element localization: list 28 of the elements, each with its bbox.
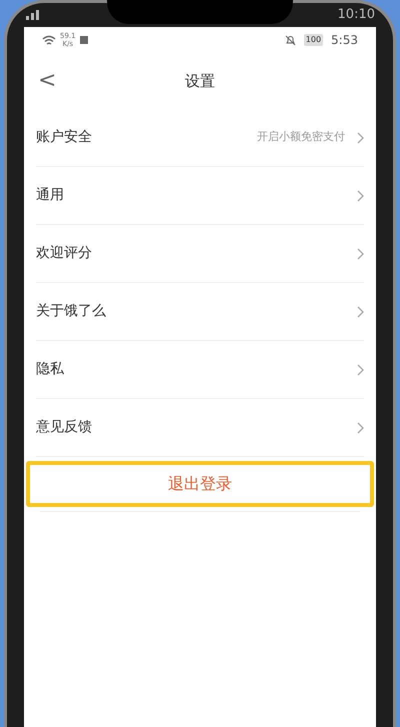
- row-label: 通用: [36, 186, 65, 205]
- settings-row[interactable]: 隐私: [36, 341, 364, 399]
- chevron-right-icon: [357, 422, 364, 434]
- page-title: 设置: [185, 70, 215, 92]
- row-label: 欢迎评分: [36, 244, 93, 263]
- signal-icon: [25, 10, 41, 20]
- square-icon: [80, 36, 88, 44]
- chevron-right-icon: [357, 306, 364, 318]
- wifi-icon: [42, 34, 56, 46]
- row-label: 账户安全: [36, 128, 93, 147]
- bell-muted-icon: [284, 34, 296, 46]
- row-label: 隐私: [36, 360, 65, 379]
- chevron-right-icon: [357, 248, 364, 260]
- clock: 5:53: [331, 32, 358, 49]
- battery-level: 100: [304, 34, 324, 46]
- row-label: 关于饿了么: [36, 302, 107, 321]
- settings-row[interactable]: 欢迎评分: [36, 225, 364, 283]
- chevron-right-icon: [357, 132, 364, 144]
- settings-row[interactable]: 意见反馈: [36, 399, 364, 457]
- back-button[interactable]: <: [38, 70, 78, 92]
- chevron-right-icon: [357, 364, 364, 376]
- clock: 10:10: [338, 6, 375, 24]
- row-value: 开启小额免密支付: [257, 129, 345, 146]
- chevron-right-icon: [357, 190, 364, 202]
- settings-row[interactable]: 通用: [36, 167, 364, 225]
- row-label: 意见反馈: [36, 418, 93, 437]
- settings-row[interactable]: 关于饿了么: [36, 283, 364, 341]
- settings-row[interactable]: 账户安全 开启小额免密支付: [36, 109, 364, 167]
